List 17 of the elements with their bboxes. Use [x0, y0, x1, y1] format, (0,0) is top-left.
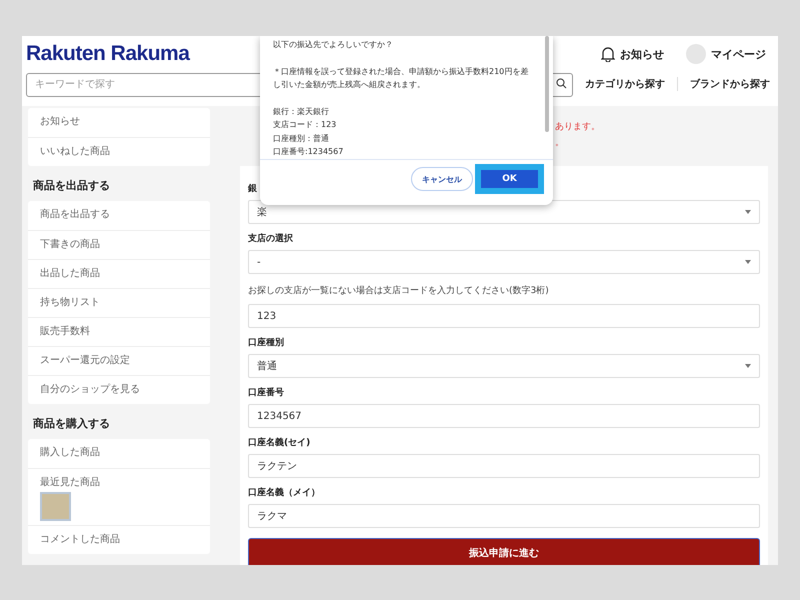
- dialog-text: 支店コード：123: [273, 119, 338, 131]
- field-label: 銀: [248, 182, 258, 195]
- dialog-text: 以下の振込先でよろしいですか？: [273, 39, 394, 51]
- field-label: 口座名義（メイ）: [248, 486, 321, 499]
- dialog-text: 口座種別：普通: [273, 132, 330, 144]
- dialog-text: 銀行：楽天銀行: [273, 106, 330, 118]
- hint-text: お探しの支店が一覧にない場合は支店コードを入力してください(数字3桁): [248, 284, 550, 297]
- error-text: あります。: [555, 121, 601, 133]
- section-heading: 商品を出品する: [32, 178, 111, 194]
- field-label: 口座名義(セイ): [248, 436, 312, 449]
- field-label: 口座種別: [248, 336, 285, 349]
- field-label: 支店の選択: [248, 232, 294, 245]
- field-label: 口座番号: [248, 386, 285, 399]
- dialog-text: ＊口座情報を誤って登録された場合、申請額から振込手数料210円を差し引いた金額が売上残高へ組戻されます。: [273, 66, 530, 91]
- error-text: 。: [555, 137, 565, 149]
- section-heading: 商品を購入する: [32, 416, 111, 432]
- dialog-text: 口座番号:1234567: [273, 146, 344, 158]
